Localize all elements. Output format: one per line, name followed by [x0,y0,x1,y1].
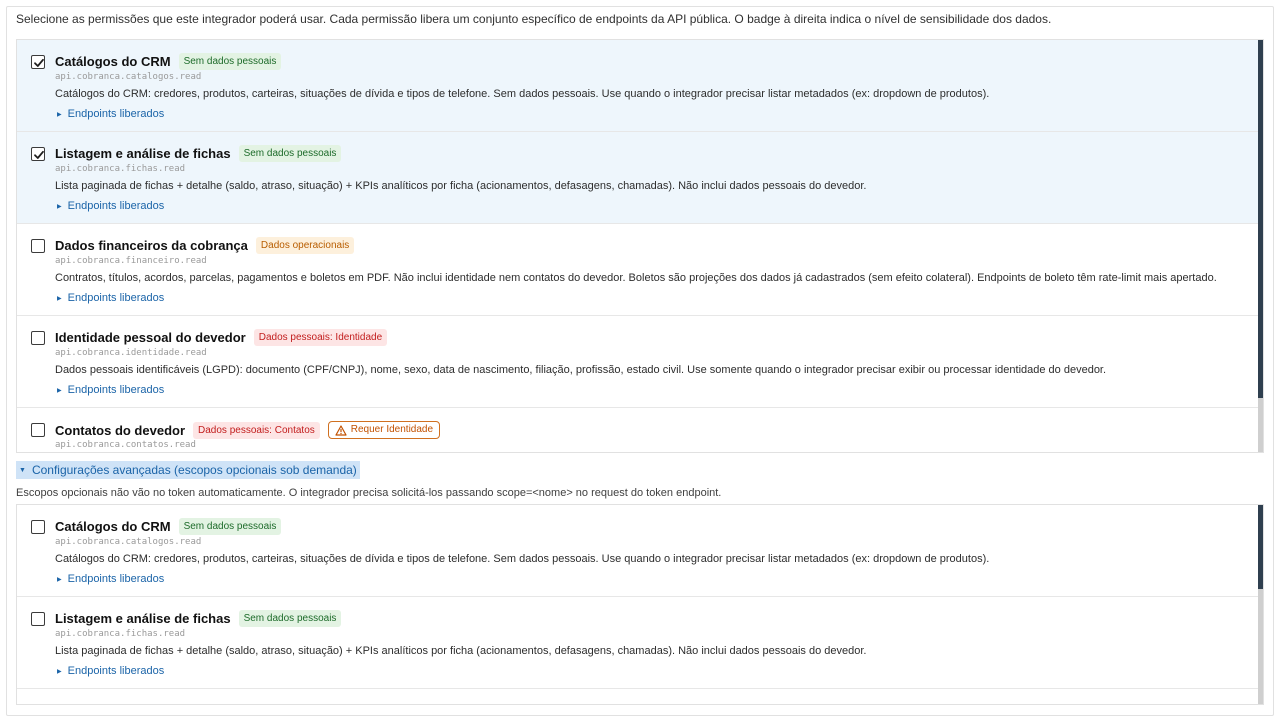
sensitivity-badge: Sem dados pessoais [238,145,342,162]
primary-scope-list[interactable]: Catálogos do CRM Sem dados pessoais api.co… [16,39,1264,453]
checkmark-icon [34,58,44,67]
chevron-right-icon: ▶ [57,576,62,583]
chevron-right-icon: ▶ [57,203,62,210]
endpoints-label: Endpoints liberados [67,292,165,304]
scope-title: Listagem e análise de fichas [55,146,231,161]
scope-checkbox[interactable] [31,147,45,161]
scope-title: Identidade pessoal do devedor [55,330,246,345]
warning-icon [335,424,347,436]
endpoints-label: Endpoints liberados [67,665,165,677]
scope-description: Catálogos do CRM: credores, produtos, ca… [55,88,990,100]
endpoints-toggle[interactable]: ▶ Endpoints liberados [57,573,164,585]
scope-checkbox[interactable] [31,612,45,626]
chevron-right-icon: ▶ [57,668,62,675]
scope-identifier: api.cobranca.fichas.read [55,164,186,174]
advanced-settings-label: Configurações avançadas (escopos opciona… [31,463,357,477]
endpoints-label: Endpoints liberados [67,200,165,212]
scope-description: Dados pessoais identificáveis (LGPD): do… [55,364,1107,376]
scope-title-row: Listagem e análise de fichas Sem dados pe… [55,610,342,627]
scope-title-row: Catálogos do CRM Sem dados pessoais [55,518,282,535]
scope-item[interactable]: Identidade pessoal do devedor Dados pesso… [17,316,1263,408]
scope-checkbox[interactable] [31,55,45,69]
advanced-settings-note: Escopos opcionais não vão no token autom… [16,487,722,499]
requires-identity-label: Requer Identidade [350,424,434,435]
endpoints-label: Endpoints liberados [67,573,165,585]
scope-description: Lista paginada de fichas + detalhe (sald… [55,180,867,192]
requires-identity-badge: Requer Identidade [327,421,441,439]
scope-title-row: Dados financeiros da cobrança Dados opera… [55,237,355,254]
scope-title: Listagem e análise de fichas [55,611,231,626]
scope-title-row: Identidade pessoal do devedor Dados pesso… [55,329,388,346]
scope-identifier: api.cobranca.catalogos.read [55,72,202,82]
scope-checkbox[interactable] [31,239,45,253]
scope-description: Catálogos do CRM: credores, produtos, ca… [55,553,990,565]
scope-identifier: api.cobranca.identidade.read [55,348,207,358]
scrollbar[interactable] [1258,40,1263,452]
endpoints-label: Endpoints liberados [67,108,165,120]
scope-title-row: Catálogos do CRM Sem dados pessoais [55,53,282,70]
scope-title: Dados financeiros da cobrança [55,238,248,253]
endpoints-toggle[interactable]: ▶ Endpoints liberados [57,384,164,396]
chevron-right-icon: ▶ [57,387,62,394]
sensitivity-badge: Sem dados pessoais [238,610,342,627]
scrollbar-thumb[interactable] [1258,40,1263,398]
endpoints-toggle[interactable]: ▶ Endpoints liberados [57,108,164,120]
scope-item[interactable]: Catálogos do CRM Sem dados pessoais api.co… [17,40,1263,132]
endpoints-toggle[interactable]: ▶ Endpoints liberados [57,292,164,304]
scope-title: Catálogos do CRM [55,54,171,69]
scope-checkbox[interactable] [31,423,45,437]
endpoints-toggle[interactable]: ▶ Endpoints liberados [57,200,164,212]
advanced-settings-toggle[interactable]: ▼ Configurações avançadas (escopos opcio… [16,461,360,479]
scope-item[interactable]: Contatos do devedor Dados pessoais: Conta… [17,408,1263,452]
chevron-down-icon: ▼ [19,466,26,474]
chevron-right-icon: ▶ [57,295,62,302]
scope-item[interactable]: Listagem e análise de fichas Sem dados pe… [17,597,1263,689]
sensitivity-badge: Dados pessoais: Contatos [193,421,320,439]
scope-description: Contratos, títulos, acordos, parcelas, p… [55,272,1217,284]
checkmark-icon [34,150,44,159]
scope-title-row: Contatos do devedor Dados pessoais: Conta… [55,421,441,439]
scope-identifier: api.cobranca.financeiro.read [55,256,207,266]
scope-item[interactable]: Dados financeiros da cobrança Dados opera… [17,224,1263,316]
endpoints-label: Endpoints liberados [67,384,165,396]
scrollbar-thumb[interactable] [1258,505,1263,589]
intro-text: Selecione as permissões que este integra… [16,12,1052,26]
scope-title: Catálogos do CRM [55,519,171,534]
scope-checkbox[interactable] [31,520,45,534]
scope-identifier: api.cobranca.contatos.read [55,440,196,450]
scope-identifier: api.cobranca.catalogos.read [55,537,202,547]
scope-title: Contatos do devedor [55,422,186,438]
sensitivity-badge: Dados operacionais [255,237,355,254]
scrollbar[interactable] [1258,505,1263,704]
sensitivity-badge: Dados pessoais: Identidade [253,329,388,346]
optional-scope-list[interactable]: Catálogos do CRM Sem dados pessoais api.co… [16,504,1264,705]
endpoints-toggle[interactable]: ▶ Endpoints liberados [57,665,164,677]
scope-identifier: api.cobranca.fichas.read [55,629,186,639]
scope-item[interactable]: Listagem e análise de fichas Sem dados pe… [17,132,1263,224]
chevron-right-icon: ▶ [57,111,62,118]
scope-title-row: Listagem e análise de fichas Sem dados pe… [55,145,342,162]
scope-description: Lista paginada de fichas + detalhe (sald… [55,645,867,657]
scope-checkbox[interactable] [31,331,45,345]
sensitivity-badge: Sem dados pessoais [178,53,282,70]
sensitivity-badge: Sem dados pessoais [178,518,282,535]
scope-item[interactable]: Catálogos do CRM Sem dados pessoais api.co… [17,505,1263,597]
